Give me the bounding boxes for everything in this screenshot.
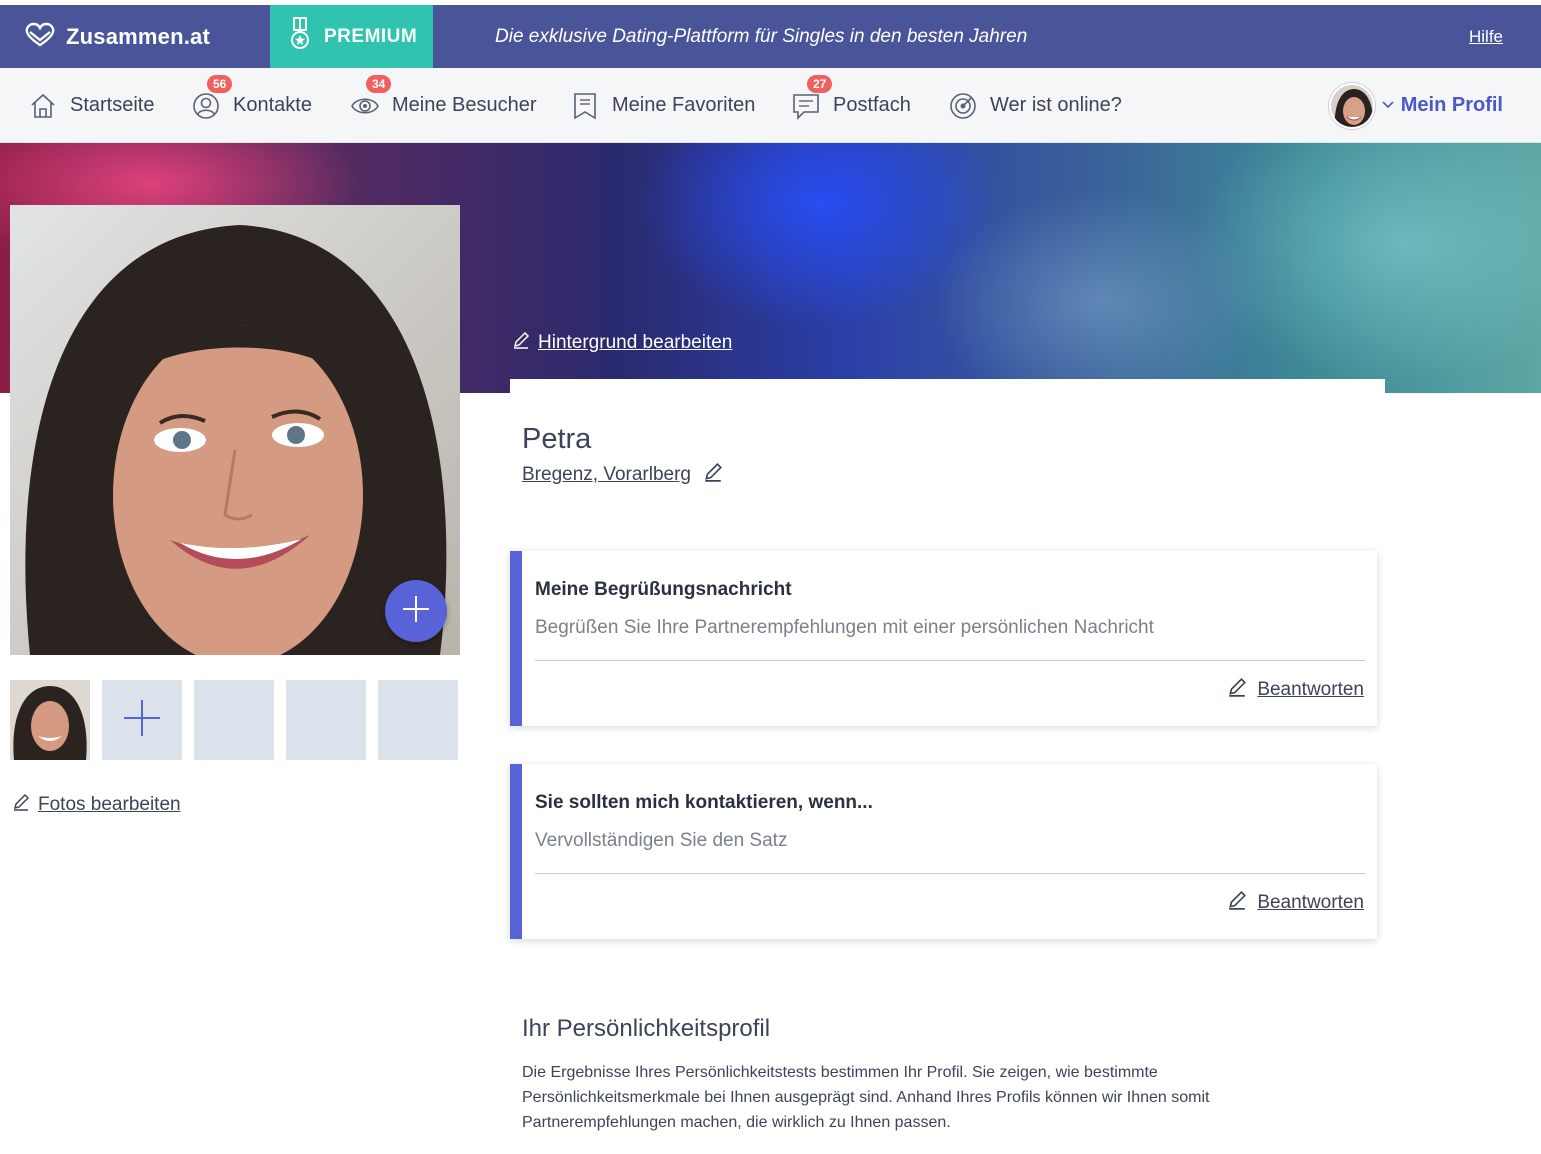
photo-thumbnails bbox=[10, 680, 458, 760]
home-icon bbox=[28, 91, 58, 121]
answer-button[interactable]: Beantworten bbox=[1227, 890, 1364, 916]
eye-icon: 34 bbox=[350, 74, 392, 121]
chevron-down-icon bbox=[1381, 97, 1395, 115]
nav-item-online[interactable]: Wer ist online? bbox=[948, 68, 1122, 143]
profile-label: Mein Profil bbox=[1400, 94, 1503, 116]
nav-item-favoriten[interactable]: Meine Favoriten bbox=[570, 68, 755, 143]
divider bbox=[535, 873, 1365, 874]
main-nav: Startseite 56 Kontakte 34 Meine Besucher… bbox=[0, 68, 1541, 143]
avatar bbox=[1328, 82, 1375, 129]
empty-thumbnail bbox=[378, 680, 458, 760]
empty-thumbnail bbox=[286, 680, 366, 760]
top-bar: Zusammen.at PREMIUM Die exklusive Dating… bbox=[0, 5, 1541, 68]
logo[interactable]: Zusammen.at bbox=[24, 5, 210, 68]
pencil-icon bbox=[1227, 677, 1247, 703]
nav-item-kontakte[interactable]: 56 Kontakte bbox=[191, 68, 312, 143]
contacts-badge: 56 bbox=[207, 74, 233, 93]
bookmark-icon bbox=[570, 91, 600, 121]
edit-background-link[interactable]: Hintergrund bearbeiten bbox=[512, 331, 732, 355]
contacts-icon: 56 bbox=[191, 74, 233, 121]
profile-header-card bbox=[510, 379, 1385, 519]
add-thumbnail-button[interactable] bbox=[102, 680, 182, 760]
profile-menu[interactable]: Mein Profil bbox=[1328, 68, 1503, 143]
profile-name: Petra bbox=[522, 423, 592, 455]
nav-label: Meine Besucher bbox=[392, 94, 537, 116]
nav-item-besucher[interactable]: 34 Meine Besucher bbox=[350, 68, 537, 143]
premium-badge[interactable]: PREMIUM bbox=[270, 5, 433, 68]
divider bbox=[535, 660, 1365, 661]
card-title: Meine Begrüßungsnachricht bbox=[535, 579, 792, 600]
card-subtitle: Vervollständigen Sie den Satz bbox=[535, 830, 788, 851]
card-subtitle: Begrüßen Sie Ihre Partnerempfehlungen mi… bbox=[535, 617, 1154, 638]
premium-label: PREMIUM bbox=[324, 25, 418, 47]
nav-label: Startseite bbox=[70, 94, 155, 116]
visitors-badge: 34 bbox=[366, 74, 392, 93]
card-title: Sie sollten mich kontaktieren, wenn... bbox=[535, 792, 873, 813]
greeting-card: Meine Begrüßungsnachricht Begrüßen Sie I… bbox=[510, 551, 1377, 726]
pencil-icon bbox=[1227, 890, 1247, 916]
nav-label: Postfach bbox=[833, 94, 911, 116]
inbox-badge: 27 bbox=[807, 74, 833, 93]
answer-label: Beantworten bbox=[1257, 892, 1364, 913]
medal-icon bbox=[288, 17, 312, 56]
location-label: Bregenz, Vorarlberg bbox=[522, 464, 691, 485]
nav-item-startseite[interactable]: Startseite bbox=[28, 68, 154, 143]
personality-title: Ihr Persönlichkeitsprofil bbox=[522, 1015, 771, 1042]
tagline: Die exklusive Dating-Plattform für Singl… bbox=[495, 25, 1028, 47]
photo-thumbnail[interactable] bbox=[10, 680, 90, 760]
help-link[interactable]: Hilfe bbox=[1469, 5, 1503, 68]
pencil-icon bbox=[703, 462, 723, 488]
contact-me-card: Sie sollten mich kontaktieren, wenn... V… bbox=[510, 764, 1377, 939]
hearts-logo-icon bbox=[24, 20, 56, 53]
plus-icon bbox=[401, 594, 431, 629]
main-profile-photo[interactable] bbox=[10, 205, 460, 655]
logo-text: Zusammen.at bbox=[66, 23, 211, 49]
personality-description: Die Ergebnisse Ihres Persönlichkeitstest… bbox=[522, 1064, 1210, 1131]
empty-thumbnail bbox=[194, 680, 274, 760]
edit-background-label: Hintergrund bearbeiten bbox=[538, 332, 733, 353]
edit-photos-label: Fotos bearbeiten bbox=[38, 794, 181, 815]
nav-label: Kontakte bbox=[233, 94, 312, 116]
add-photo-button[interactable] bbox=[385, 580, 447, 642]
edit-photos-link[interactable]: Fotos bearbeiten bbox=[12, 793, 181, 817]
nav-label: Meine Favoriten bbox=[612, 94, 756, 116]
message-icon: 27 bbox=[791, 74, 833, 121]
answer-label: Beantworten bbox=[1257, 679, 1364, 700]
radar-icon bbox=[948, 91, 978, 121]
plus-icon bbox=[122, 698, 162, 743]
profile-location[interactable]: Bregenz, Vorarlberg bbox=[522, 462, 723, 488]
pencil-icon bbox=[12, 793, 30, 817]
pencil-icon bbox=[512, 331, 530, 355]
answer-button[interactable]: Beantworten bbox=[1227, 677, 1364, 703]
nav-item-postfach[interactable]: 27 Postfach bbox=[791, 68, 911, 143]
nav-label: Wer ist online? bbox=[990, 94, 1122, 116]
